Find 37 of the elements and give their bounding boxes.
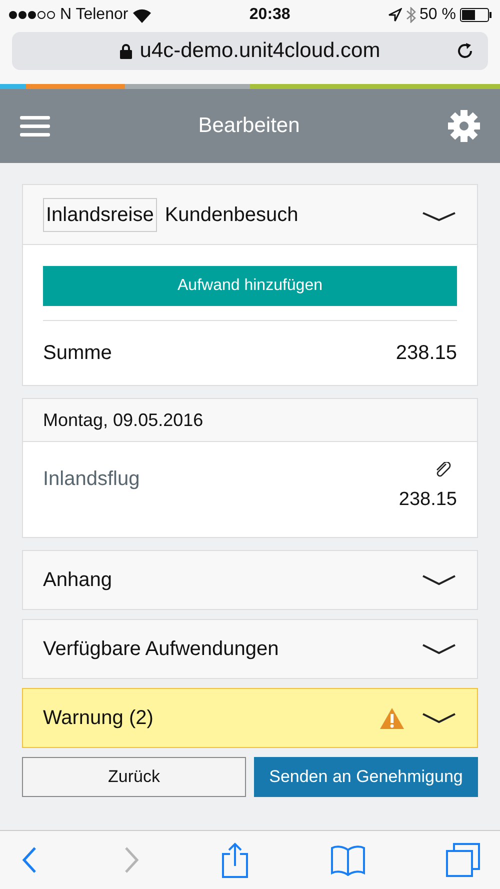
section-header[interactable]: Warnung (2) [22, 688, 478, 748]
warning-icon [379, 706, 405, 730]
section-title: Warnung (2) [43, 706, 154, 731]
address-bar[interactable]: u4c-demo.unit4cloud.com [12, 32, 488, 70]
tabs-icon[interactable] [446, 843, 480, 877]
page-title: Bearbeiten [198, 113, 300, 140]
bookmarks-icon[interactable] [330, 844, 366, 876]
battery-icon [460, 8, 492, 22]
section-header[interactable]: Verfügbare Aufwendungen [22, 619, 478, 679]
section-title: Verfügbare Aufwendungen [43, 637, 279, 662]
trip-type-tag: Inlandsreise [43, 198, 157, 232]
lock-icon [120, 44, 132, 58]
reload-icon[interactable] [456, 42, 474, 60]
settings-icon[interactable] [448, 110, 480, 142]
date-heading: Montag, 09.05.2016 [43, 408, 204, 432]
url-text: u4c-demo.unit4cloud.com [140, 38, 380, 64]
chevron-icon[interactable] [421, 573, 457, 587]
trip-title: Kundenbesuch [164, 202, 298, 228]
menu-icon[interactable] [20, 114, 50, 138]
bluetooth-icon [406, 7, 416, 23]
clock-time: 20:38 [249, 5, 290, 25]
expense-name[interactable]: Inlandsflug [43, 464, 140, 494]
wifi-icon [132, 8, 152, 22]
total-label: Summe [43, 341, 112, 366]
section-title: Anhang [43, 568, 112, 593]
location-icon [388, 8, 402, 22]
expense-amount: 238.15 [398, 488, 457, 512]
share-icon[interactable] [221, 842, 249, 878]
signal-icon [8, 10, 56, 20]
section-header[interactable]: Anhang [22, 550, 478, 610]
total-value: 238.15 [396, 341, 457, 366]
chevron-icon[interactable] [421, 711, 457, 725]
carrier-name: N Telenor [60, 5, 128, 25]
submit-button[interactable]: Senden an Genehmigung [254, 757, 478, 797]
back-button[interactable]: Zurück [22, 757, 246, 797]
chevron-icon[interactable] [421, 642, 457, 656]
battery-percent: 50 % [420, 5, 456, 25]
